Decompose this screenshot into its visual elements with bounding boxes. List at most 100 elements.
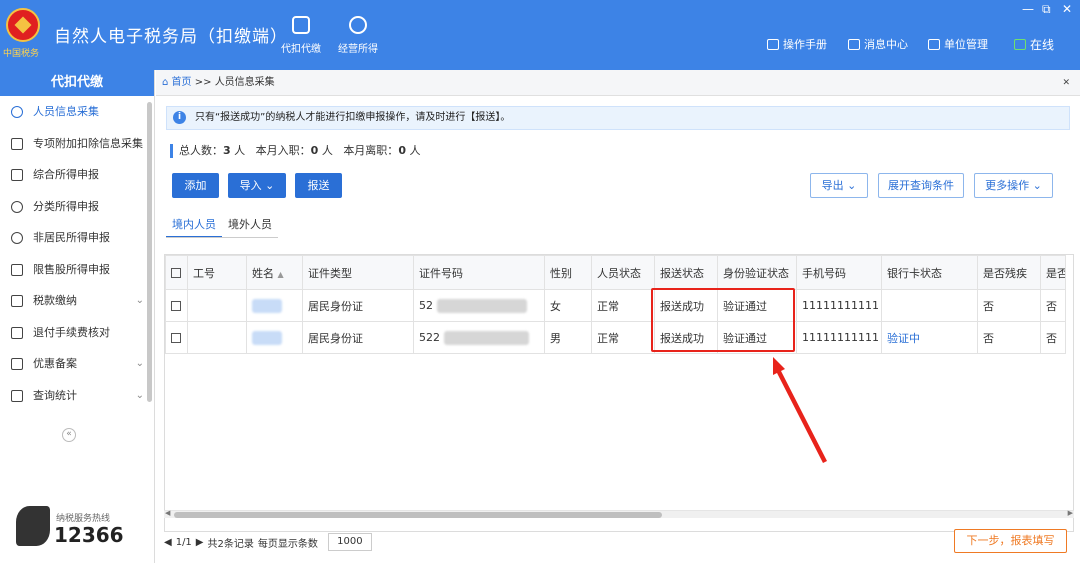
add-button[interactable]: 添加 [172,173,219,198]
tab-overseas[interactable]: 境外人员 [222,214,278,238]
breadcrumb-separator: >> [194,77,212,88]
next-page-icon[interactable]: ▶ [196,537,204,548]
notice-text: 只有“报送成功”的纳税人才能进行扣缴申报操作，请及时进行【报送】。 [195,112,511,123]
cell-id-number: 52 [413,289,545,322]
column-header[interactable]: 是否烈属 [1040,255,1066,290]
chevron-down-icon: ⌄ [1032,179,1042,192]
chevron-down-icon: ⌄ [135,389,144,401]
restore-button[interactable]: ⧉ [1042,2,1051,17]
submit-button[interactable]: 报送 [295,173,342,198]
card-icon [11,295,23,307]
sidebar-item-special-deduction[interactable]: 专项附加扣除信息采集 [0,128,154,160]
module-business-income[interactable]: 经营所得 [333,16,383,55]
next-step-button[interactable]: 下一步，报表填写 [954,529,1067,553]
table-row[interactable]: 居民身份证 52 女 正常 报送成功 验证通过 11111111111 否 否 [165,289,1066,322]
column-header-name[interactable]: 姓名 ▲ [246,255,303,290]
manual-icon [767,38,779,50]
tab-domestic[interactable]: 境内人员 [166,214,222,238]
pager: ◀ 1/1 ▶ 共2条记录 每页显示条数 1000 [164,533,372,551]
column-header[interactable]: 报送状态 [654,255,718,290]
close-window-button[interactable]: ✕ [1062,2,1072,16]
per-page-input[interactable]: 1000 [327,533,372,551]
sidebar-scrollbar[interactable] [147,102,152,402]
column-header[interactable]: 是否残疾 [977,255,1041,290]
sidebar-item-restricted-stock[interactable]: 限售股所得申报 [0,254,154,286]
cell-id-type: 居民身份证 [302,289,414,322]
export-button[interactable]: 导出 ⌄ [810,173,868,198]
sidebar-item-label: 查询统计 [33,388,77,402]
minimize-button[interactable]: — [1022,2,1034,16]
sidebar-item-comprehensive-income[interactable]: 综合所得申报 [0,159,154,191]
expand-query-button[interactable]: 展开查询条件 [878,173,964,198]
cell-gender: 女 [544,289,592,322]
manual-link[interactable]: 操作手册 [767,36,827,52]
column-header[interactable]: 证件类型 [302,255,414,290]
sidebar-item-label: 退付手续费核对 [33,325,110,339]
manual-label: 操作手册 [783,38,827,51]
sidebar-item-person-info[interactable]: 人员信息采集 [0,96,154,128]
scroll-right-icon[interactable]: ▶ [1068,509,1073,517]
unit-management-link[interactable]: 单位管理 [928,36,988,52]
cell-id-number: 522 [413,321,545,354]
column-header[interactable]: 手机号码 [796,255,882,290]
collapse-sidebar-button[interactable]: « [62,428,76,442]
record-count: 共2条记录 [207,538,254,550]
coins-icon [349,16,367,34]
sidebar-item-classified-income[interactable]: 分类所得申报 [0,191,154,223]
message-center-link[interactable]: 消息中心 [848,36,908,52]
mail-icon [848,38,860,50]
sidebar-item-preferential-filing[interactable]: 优惠备案 ⌄ [0,348,154,380]
service-phone-icon [16,506,50,546]
horizontal-scrollbar[interactable]: ◀ ▶ [164,509,1074,518]
stats-bar: 总人数：3 人 本月入职：0 人 本月离职：0 人 [170,144,420,158]
close-tab-icon[interactable]: ✕ [1062,70,1070,96]
column-header[interactable]: 证件号码 [413,255,545,290]
cell-bank-status-link[interactable]: 验证中 [881,321,978,354]
online-status[interactable]: 在线 [1014,36,1054,53]
sidebar-item-query-stats[interactable]: 查询统计 ⌄ [0,380,154,412]
file-icon [11,358,23,370]
select-all-checkbox[interactable] [165,255,188,290]
chevron-down-icon: ⌄ [265,179,275,192]
person-table: 工号 姓名 ▲ 证件类型 证件号码 性别 人员状态 报送状态 身份验证状态 手机… [164,254,1074,532]
table-row[interactable]: 居民身份证 522 男 正常 报送成功 验证通过 11111111111 验证中… [165,321,1066,354]
page-indicator: 1/1 [175,536,192,548]
row-checkbox[interactable] [165,289,188,322]
breadcrumb-current: 人员信息采集 [214,77,275,88]
module-withholding[interactable]: 代扣代缴 [276,16,326,55]
redacted-id [443,330,529,345]
column-header[interactable]: 性别 [544,255,592,290]
more-actions-button[interactable]: 更多操作 ⌄ [974,173,1053,198]
id-prefix: 52 [419,298,433,312]
left-value: 0 [398,144,406,157]
column-header[interactable]: 银行卡状态 [881,255,978,290]
import-button[interactable]: 导入 ⌄ [228,173,286,198]
cell-employee-no [187,289,247,322]
scroll-left-icon[interactable]: ◀ [165,509,170,517]
column-header[interactable]: 工号 [187,255,247,290]
chevron-down-icon: ⌄ [135,295,144,306]
row-checkbox[interactable] [165,321,188,354]
cell-phone: 11111111111 [796,289,882,322]
cell-id-type: 居民身份证 [302,321,414,354]
sidebar-item-refund-check[interactable]: 退付手续费核对 [0,317,154,349]
prev-page-icon[interactable]: ◀ [164,537,172,548]
breadcrumb-home[interactable]: 首页 [172,77,192,88]
column-header[interactable]: 身份验证状态 [717,255,797,290]
cell-employee-no [187,321,247,354]
total-unit: 人 [234,144,246,157]
per-page-label: 每页显示条数 [257,538,318,550]
scrollbar-thumb[interactable] [174,512,662,518]
tabs-divider [166,237,278,238]
sidebar-item-tax-payment[interactable]: 税款缴纳 ⌄ [0,285,154,317]
cell-bank-status [881,289,978,322]
sidebar-item-nonresident-income[interactable]: 非居民所得申报 [0,222,154,254]
cell-disabled: 否 [977,289,1041,322]
redacted-name [252,330,282,345]
sidebar-item-label: 非居民所得申报 [33,231,110,244]
chevron-down-icon: ⌄ [135,358,144,369]
chevron-down-icon: ⌄ [847,179,857,192]
hotline-number: 12366 [54,523,124,547]
column-header[interactable]: 人员状态 [591,255,655,290]
home-icon[interactable]: ⌂ [162,77,168,88]
